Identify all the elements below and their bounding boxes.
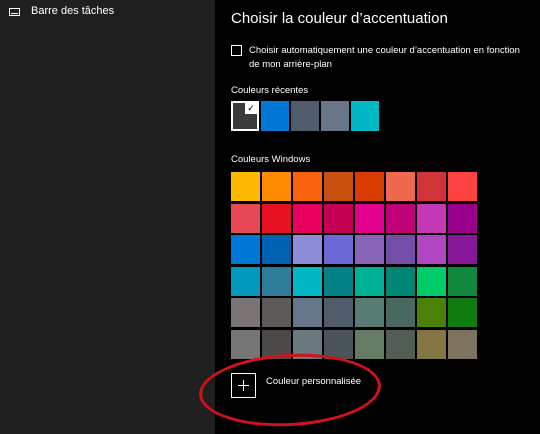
windows-color-swatch[interactable] xyxy=(355,266,384,296)
windows-color-swatch[interactable] xyxy=(324,298,353,328)
windows-color-swatch[interactable] xyxy=(417,235,446,265)
windows-color-swatch[interactable] xyxy=(293,298,322,328)
sidebar: Barre des tâches xyxy=(0,0,215,434)
windows-color-swatch[interactable] xyxy=(448,172,477,201)
windows-colors-heading: Couleurs Windows xyxy=(231,154,311,165)
windows-color-swatch[interactable] xyxy=(417,172,446,201)
windows-color-swatch[interactable] xyxy=(355,298,384,328)
recent-color-swatch[interactable] xyxy=(321,101,349,131)
checkmark-icon: ✓ xyxy=(245,103,257,114)
windows-color-swatch[interactable] xyxy=(231,235,260,265)
windows-color-swatch[interactable] xyxy=(355,203,384,233)
windows-color-swatch[interactable] xyxy=(386,203,415,233)
recent-color-swatch[interactable] xyxy=(291,101,319,131)
windows-color-swatch[interactable] xyxy=(355,235,384,265)
windows-color-swatch[interactable] xyxy=(324,172,353,201)
windows-color-swatch[interactable] xyxy=(293,266,322,296)
windows-color-swatch[interactable] xyxy=(448,203,477,233)
windows-color-swatch[interactable] xyxy=(293,172,322,201)
plus-icon xyxy=(232,374,255,397)
auto-accent-checkbox[interactable] xyxy=(231,45,242,56)
windows-colors-grid xyxy=(231,172,477,360)
windows-color-swatch[interactable] xyxy=(231,203,260,233)
sidebar-item-barre-des-taches[interactable]: Barre des tâches xyxy=(0,0,215,24)
windows-color-swatch[interactable] xyxy=(386,266,415,296)
taskbar-icon xyxy=(9,8,20,16)
windows-color-swatch[interactable] xyxy=(231,330,260,359)
windows-color-swatch[interactable] xyxy=(293,203,322,233)
windows-color-swatch[interactable] xyxy=(448,298,477,328)
recent-color-swatch[interactable] xyxy=(351,101,379,131)
recent-colors-heading: Couleurs récentes xyxy=(231,85,309,96)
sidebar-item-label: Barre des tâches xyxy=(31,5,115,17)
windows-color-swatch[interactable] xyxy=(448,330,477,359)
windows-color-swatch[interactable] xyxy=(262,203,291,233)
windows-color-swatch[interactable] xyxy=(417,298,446,328)
windows-color-swatch[interactable] xyxy=(262,235,291,265)
windows-color-swatch[interactable] xyxy=(324,330,353,359)
windows-color-swatch[interactable] xyxy=(262,298,291,328)
windows-color-swatch[interactable] xyxy=(262,172,291,201)
windows-color-swatch[interactable] xyxy=(293,330,322,359)
windows-color-swatch[interactable] xyxy=(231,298,260,328)
windows-color-swatch[interactable] xyxy=(324,235,353,265)
accent-color-panel: Choisir la couleur d’accentuation Choisi… xyxy=(215,0,540,434)
windows-color-swatch[interactable] xyxy=(355,172,384,201)
windows-color-swatch[interactable] xyxy=(262,330,291,359)
windows-color-swatch[interactable] xyxy=(417,203,446,233)
custom-color-button[interactable] xyxy=(231,373,256,398)
windows-color-swatch[interactable] xyxy=(386,330,415,359)
custom-color-label: Couleur personnalisée xyxy=(266,376,362,387)
windows-color-swatch[interactable] xyxy=(262,266,291,296)
windows-color-swatch[interactable] xyxy=(324,203,353,233)
windows-color-swatch[interactable] xyxy=(293,235,322,265)
windows-color-swatch[interactable] xyxy=(355,330,384,359)
windows-color-swatch[interactable] xyxy=(448,266,477,296)
windows-color-swatch[interactable] xyxy=(386,235,415,265)
windows-color-swatch[interactable] xyxy=(231,172,260,201)
recent-color-swatch[interactable]: ✓ xyxy=(231,101,259,131)
windows-color-swatch[interactable] xyxy=(324,266,353,296)
page-title: Choisir la couleur d’accentuation xyxy=(231,10,448,27)
windows-color-swatch[interactable] xyxy=(417,266,446,296)
windows-color-swatch[interactable] xyxy=(386,298,415,328)
windows-color-swatch[interactable] xyxy=(386,172,415,201)
auto-accent-label: Choisir automatiquement une couleur d’ac… xyxy=(249,45,520,70)
windows-color-swatch[interactable] xyxy=(231,266,260,296)
recent-color-swatch[interactable] xyxy=(261,101,289,131)
windows-color-swatch[interactable] xyxy=(448,235,477,265)
windows-color-swatch[interactable] xyxy=(417,330,446,359)
